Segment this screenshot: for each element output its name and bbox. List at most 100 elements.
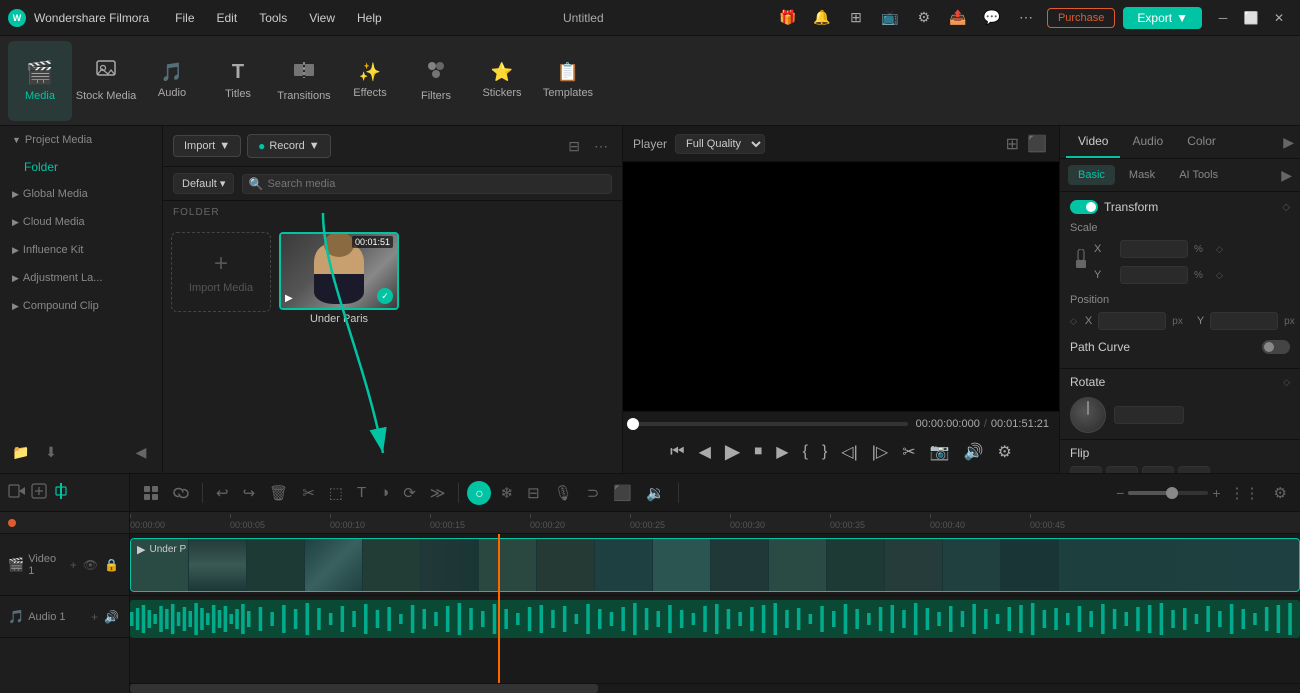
- settings2-icon[interactable]: ⚙: [994, 439, 1014, 465]
- rotate-input[interactable]: 0.00°: [1114, 406, 1184, 424]
- add-audio-track-icon[interactable]: [30, 482, 48, 503]
- tl-zoom-plus-icon[interactable]: +: [1212, 485, 1220, 501]
- timeline-playhead[interactable]: [498, 534, 500, 683]
- volume-icon[interactable]: 🔊: [961, 439, 987, 465]
- path-curve-toggle[interactable]: [1262, 340, 1290, 354]
- tl-redo-icon[interactable]: ↪: [238, 481, 261, 505]
- default-dropdown[interactable]: Default ▾: [173, 173, 234, 194]
- fullscreen-icon[interactable]: ⬛: [1025, 132, 1049, 156]
- notification-icon[interactable]: 🔔: [809, 5, 835, 31]
- new-folder-icon[interactable]: 📁: [8, 439, 34, 465]
- video-track-eye-icon[interactable]: 👁: [81, 556, 100, 574]
- sub-tab-more-icon[interactable]: ▶: [1281, 167, 1292, 184]
- skip-back-icon[interactable]: ⏮: [667, 440, 687, 464]
- transform-diamond-icon[interactable]: ◇: [1282, 202, 1290, 213]
- mark-in-icon[interactable]: {: [800, 440, 811, 464]
- quality-select[interactable]: Full Quality: [675, 134, 765, 154]
- audio-track-mute-icon[interactable]: 🔊: [102, 608, 121, 626]
- settings-icon[interactable]: ⚙: [911, 5, 937, 31]
- stop-button[interactable]: ⏹: [751, 440, 765, 464]
- tool-transitions[interactable]: Transitions: [272, 41, 336, 121]
- tool-audio[interactable]: 🎵 Audio: [140, 41, 204, 121]
- purchase-button[interactable]: Purchase: [1047, 8, 1115, 28]
- position-diamond-icon[interactable]: ◇: [1070, 316, 1077, 327]
- sidebar-adjustment[interactable]: ▶ Adjustment La...: [0, 264, 162, 292]
- sub-tab-basic[interactable]: Basic: [1068, 165, 1115, 185]
- tl-color-icon[interactable]: ◑: [375, 481, 394, 504]
- sidebar-item-folder[interactable]: Folder: [0, 154, 162, 180]
- sub-tab-mask[interactable]: Mask: [1119, 165, 1165, 185]
- split-view-icon[interactable]: ⊞: [1004, 132, 1021, 156]
- split-clip-icon[interactable]: ✂: [899, 439, 918, 465]
- grid-icon[interactable]: ⊞: [843, 5, 869, 31]
- tl-more-icon[interactable]: ≫: [425, 481, 451, 505]
- transform-toggle[interactable]: [1070, 200, 1098, 214]
- tab-color[interactable]: Color: [1175, 126, 1228, 158]
- reset-aspect-button[interactable]: [1178, 466, 1210, 473]
- flip-vertical-button[interactable]: [1106, 466, 1138, 473]
- tool-templates[interactable]: 📋 Templates: [536, 41, 600, 121]
- menu-edit[interactable]: Edit: [207, 7, 248, 29]
- apps-icon[interactable]: ⋯: [1013, 5, 1039, 31]
- tl-delete-icon[interactable]: 🗑: [264, 481, 293, 505]
- maximize-button[interactable]: ⬜: [1238, 5, 1264, 31]
- scale-y-input[interactable]: 100.00: [1120, 266, 1188, 284]
- aspect-ratio-button[interactable]: [1142, 466, 1174, 473]
- tool-titles[interactable]: T Titles: [206, 41, 270, 121]
- rotate-dial[interactable]: [1070, 397, 1106, 433]
- tl-pip-icon[interactable]: ⬛: [608, 481, 637, 505]
- menu-help[interactable]: Help: [347, 7, 392, 29]
- tl-undo-icon[interactable]: ↩: [211, 481, 234, 505]
- play-button[interactable]: ▶: [722, 436, 743, 467]
- tl-freeze-icon[interactable]: ❄: [495, 481, 518, 505]
- tl-audio-duck-icon[interactable]: 🔉: [641, 481, 670, 505]
- support-icon[interactable]: 💬: [979, 5, 1005, 31]
- tool-media[interactable]: 🎬 Media: [8, 41, 72, 121]
- gift-icon[interactable]: 🎁: [775, 5, 801, 31]
- forward-frame-icon[interactable]: |▷: [869, 439, 891, 465]
- tl-cut-icon[interactable]: ✂: [297, 481, 320, 505]
- tab-video[interactable]: Video: [1066, 126, 1120, 158]
- export-button[interactable]: Export ▼: [1123, 7, 1202, 29]
- tl-split-audio-icon[interactable]: ⊟: [522, 481, 545, 505]
- tl-voiceover-icon[interactable]: 🎙: [549, 481, 578, 505]
- frame-back-icon[interactable]: ◀: [696, 439, 714, 465]
- add-video-track-icon[interactable]: [8, 482, 26, 503]
- snap-icon[interactable]: [52, 482, 70, 503]
- tab-audio[interactable]: Audio: [1120, 126, 1175, 158]
- video-track-add-icon[interactable]: +: [68, 556, 79, 574]
- menu-view[interactable]: View: [299, 7, 345, 29]
- tl-silence-icon[interactable]: ⊃: [582, 481, 605, 505]
- scale-x-diamond-icon[interactable]: ◇: [1216, 244, 1223, 255]
- more-options-icon[interactable]: ⋯: [590, 136, 612, 157]
- sidebar-global-media[interactable]: ▶ Global Media: [0, 180, 162, 208]
- tool-filters[interactable]: Filters: [404, 41, 468, 121]
- mark-out-icon[interactable]: }: [819, 440, 830, 464]
- media-tile-under-paris[interactable]: 00:01:51 ▶ ✓ Under Paris: [279, 232, 399, 465]
- player-progress-bar[interactable]: [633, 422, 908, 426]
- minimize-button[interactable]: ─: [1210, 5, 1236, 31]
- sidebar-compound-clip[interactable]: ▶ Compound Clip: [0, 292, 162, 320]
- video-clip[interactable]: ▶ Under P: [130, 538, 1300, 592]
- search-input[interactable]: [242, 174, 612, 194]
- record-button[interactable]: ● Record ▼: [247, 134, 331, 158]
- screen-icon[interactable]: 📺: [877, 5, 903, 31]
- sub-tab-ai-tools[interactable]: AI Tools: [1169, 165, 1228, 185]
- tl-ripple-icon[interactable]: ⟳: [398, 481, 421, 505]
- share-icon[interactable]: 📤: [945, 5, 971, 31]
- tl-active-tool-icon[interactable]: ○: [467, 481, 491, 505]
- tl-text-icon[interactable]: T: [352, 481, 371, 504]
- frame-forward-icon[interactable]: ▶: [773, 439, 791, 465]
- tool-stickers[interactable]: ⭐ Stickers: [470, 41, 534, 121]
- flip-horizontal-button[interactable]: [1070, 466, 1102, 473]
- pos-x-input[interactable]: 0.00: [1098, 312, 1166, 330]
- import-media-tile[interactable]: + Import Media: [171, 232, 271, 312]
- tl-grid-view-icon[interactable]: ⋮⋮: [1225, 481, 1265, 505]
- menu-tools[interactable]: Tools: [249, 7, 297, 29]
- audio-track-add-icon[interactable]: +: [89, 608, 100, 626]
- tl-zoom-slider[interactable]: [1128, 491, 1208, 495]
- sidebar-cloud-media[interactable]: ▶ Cloud Media: [0, 208, 162, 236]
- close-button[interactable]: ✕: [1266, 5, 1292, 31]
- import-button[interactable]: Import ▼: [173, 135, 241, 157]
- tl-settings-icon[interactable]: ⚙: [1269, 481, 1292, 505]
